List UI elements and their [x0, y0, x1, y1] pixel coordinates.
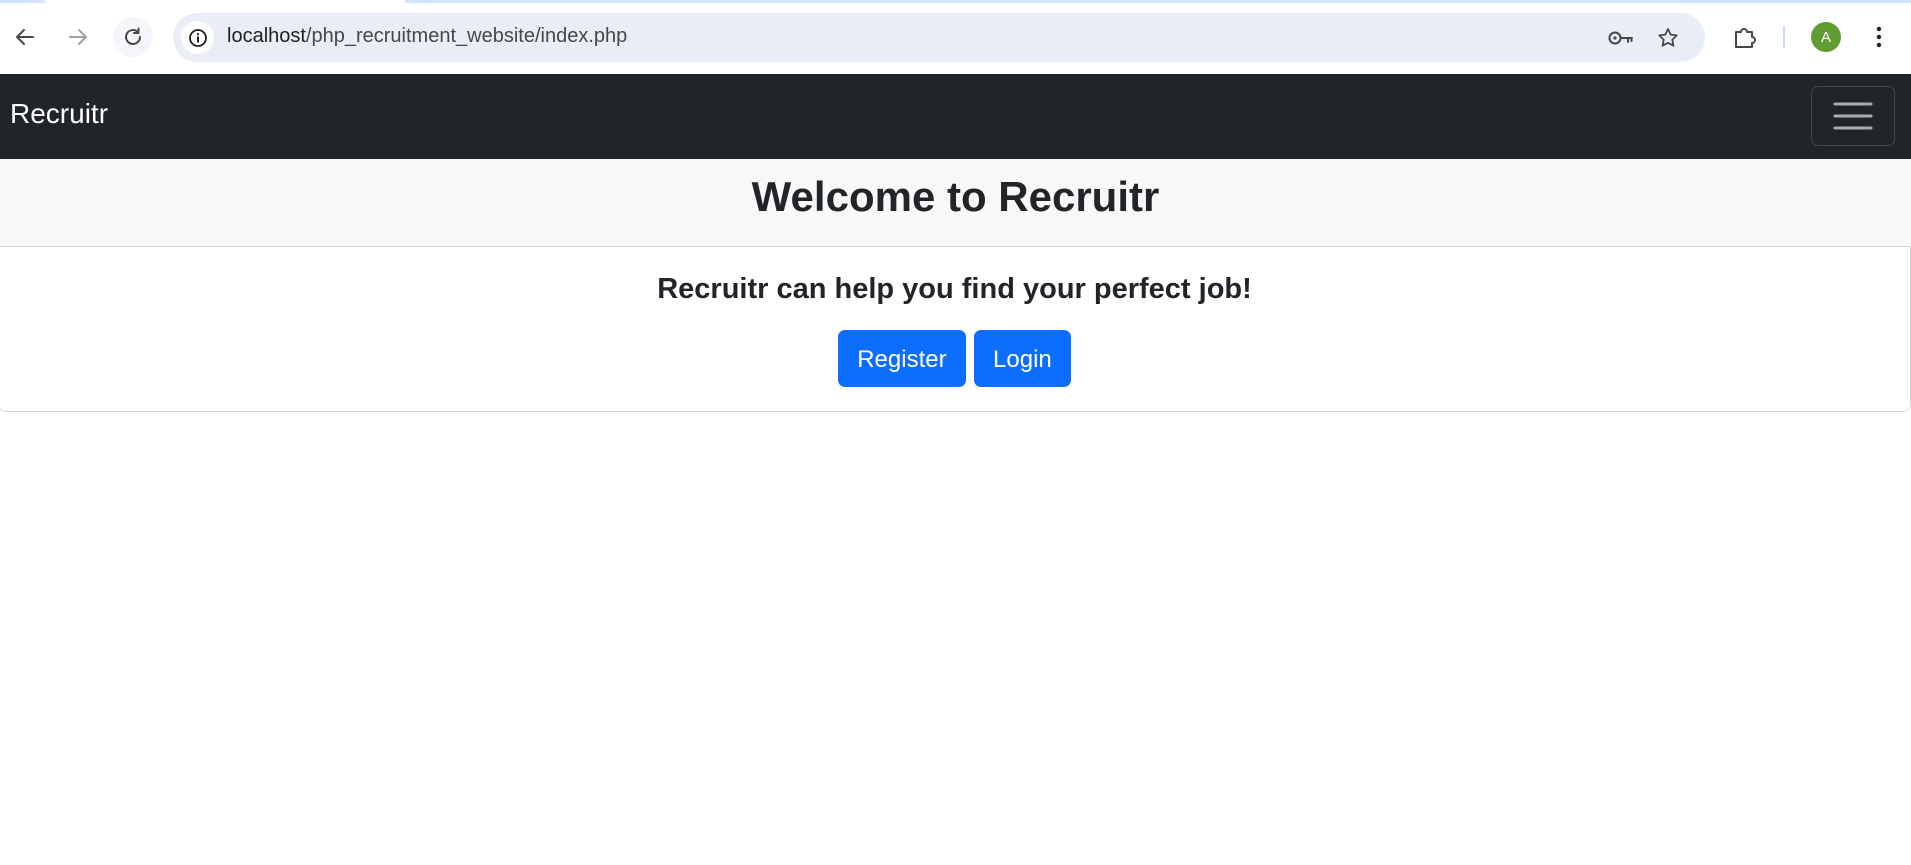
action-buttons: Register Login: [0, 330, 1910, 387]
intro-card: Recruitr can help you find your perfect …: [0, 247, 1911, 412]
site-info-button[interactable]: [181, 21, 214, 54]
url-text[interactable]: localhost/php_recruitment_website/index.…: [227, 25, 627, 48]
navbar-toggler-button[interactable]: [1811, 86, 1895, 146]
reload-button[interactable]: [113, 17, 153, 57]
navbar-brand[interactable]: Recruitr: [10, 98, 108, 130]
kebab-menu-icon: [1876, 26, 1882, 48]
tagline: Recruitr can help you find your perfect …: [657, 273, 1252, 305]
star-icon: [1658, 28, 1678, 47]
back-button[interactable]: [5, 17, 45, 57]
reload-icon: [125, 27, 141, 45]
extensions-button[interactable]: [1729, 21, 1761, 53]
address-bar[interactable]: localhost/php_recruitment_website/index.…: [173, 13, 1705, 62]
forward-arrow-icon: [69, 29, 87, 45]
register-button[interactable]: Register: [838, 330, 966, 387]
puzzle-icon: [1735, 28, 1756, 48]
toolbar-divider: [1783, 26, 1785, 48]
site-navbar: Recruitr: [0, 74, 1911, 159]
active-tab-edge: [45, 0, 405, 3]
info-icon: [188, 28, 207, 47]
browser-toolbar: localhost/php_recruitment_website/index.…: [0, 0, 1911, 74]
page-title: Welcome to Recruitr: [751, 173, 1160, 220]
hamburger-icon: [1833, 102, 1873, 130]
password-manager-button[interactable]: [1605, 22, 1637, 54]
page-header: Welcome to Recruitr: [0, 159, 1911, 247]
forward-button[interactable]: [58, 17, 98, 57]
url-path: /php_recruitment_website/index.php: [305, 25, 628, 47]
browser-menu-button[interactable]: [1863, 21, 1895, 53]
bookmark-button[interactable]: [1652, 22, 1684, 54]
key-icon: [1608, 31, 1633, 45]
url-host: localhost: [227, 25, 306, 47]
back-arrow-icon: [16, 29, 34, 45]
profile-avatar[interactable]: A: [1811, 22, 1841, 52]
login-button[interactable]: Login: [974, 330, 1071, 387]
